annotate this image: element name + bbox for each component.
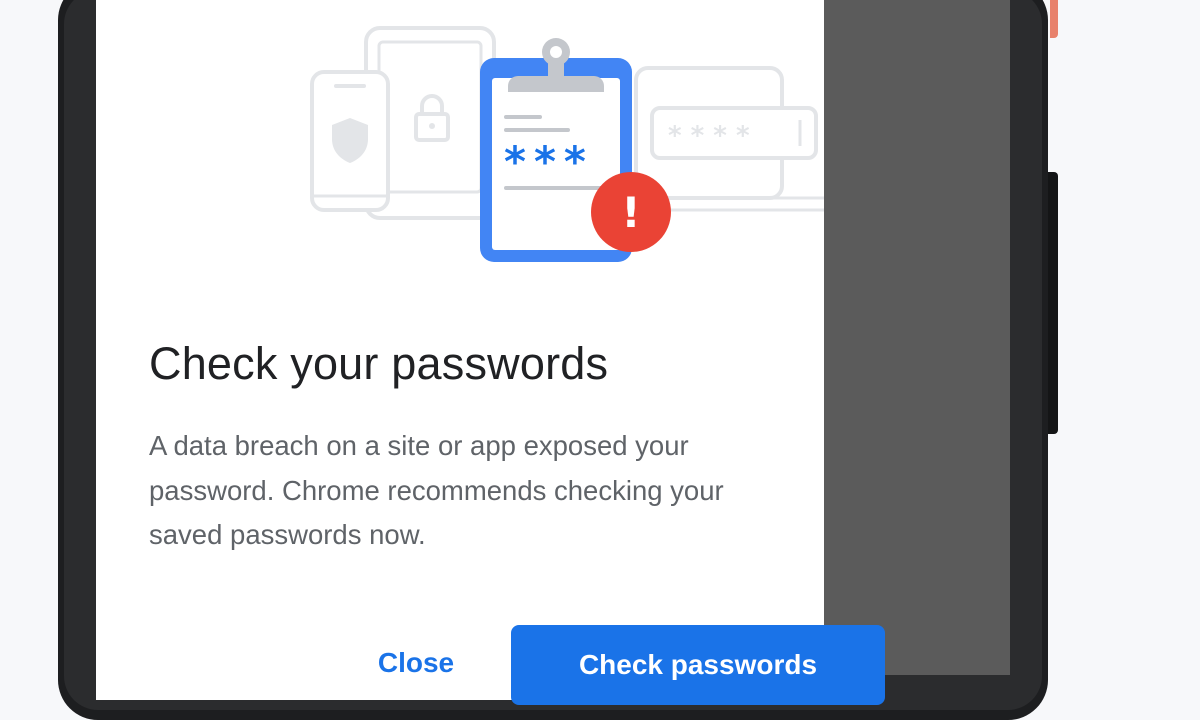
clipboard-mask-text: *** [504, 137, 594, 186]
check-passwords-button[interactable]: Check passwords [511, 625, 885, 705]
password-field-icon: * * * * [650, 106, 818, 160]
password-mask-text: * * * * [668, 121, 750, 151]
alert-mark: ! [621, 188, 640, 237]
password-check-dialog: * * * * *** ! Check your passwords A dat… [96, 0, 885, 705]
dialog-title: Check your passwords [149, 338, 609, 389]
alert-icon: ! [591, 172, 671, 252]
password-breach-illustration: * * * * *** ! [310, 26, 824, 262]
close-button[interactable]: Close [351, 628, 481, 698]
phone-side-button [1048, 172, 1058, 434]
phone-accent-tab [1050, 0, 1058, 38]
lock-icon [414, 94, 450, 142]
dialog-message: A data breach on a site or app exposed y… [149, 430, 724, 550]
